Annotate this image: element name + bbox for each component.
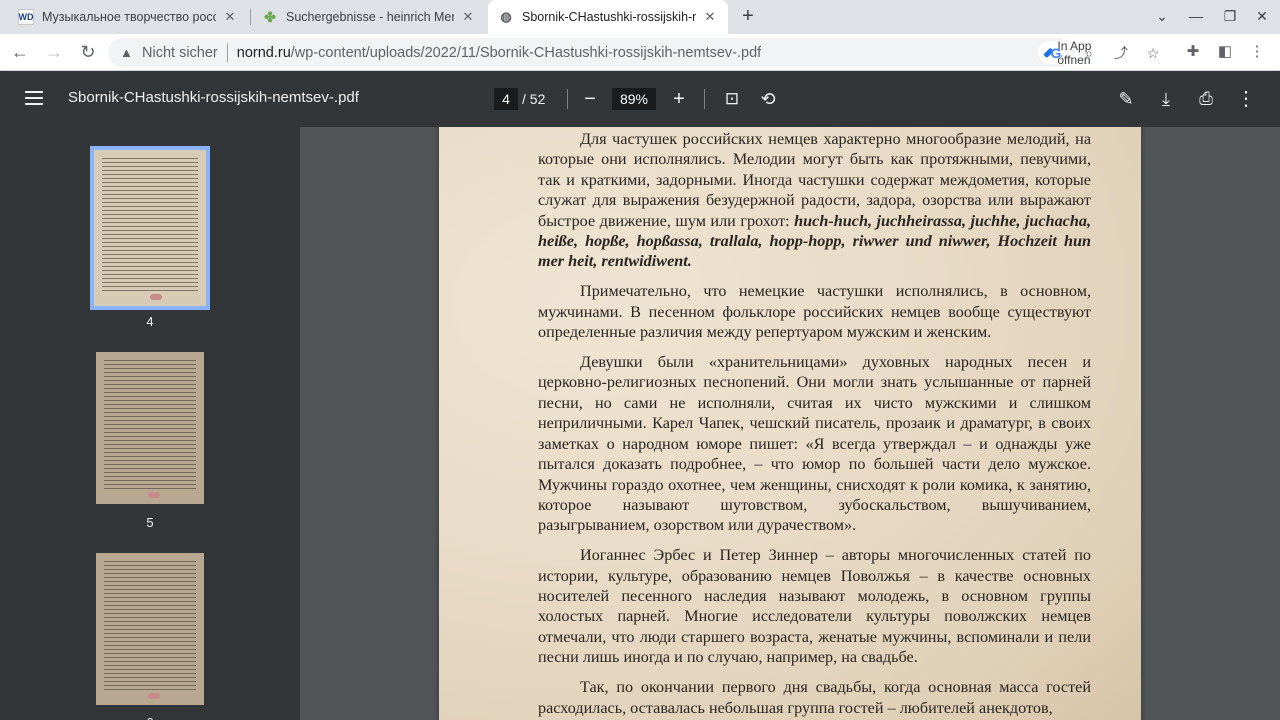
url-path: /wp-content/uploads/2022/11/Sbornik-CHas…: [290, 44, 762, 61]
url-text[interactable]: nornd.ru/wp-content/uploads/2022/11/Sbor…: [237, 45, 761, 61]
chrome-menu-icon[interactable]: ⋮: [1246, 41, 1268, 63]
globe-icon: ◍: [500, 9, 512, 24]
thumbnail-label: 5: [146, 515, 154, 530]
tab-search-results[interactable]: ✤ Suchergebnisse - heinrich Mertz ✕: [252, 0, 486, 34]
zoom-level-input[interactable]: 89%: [612, 88, 656, 110]
close-icon[interactable]: ✕: [222, 9, 238, 25]
extensions-icon[interactable]: ✚: [1182, 41, 1204, 63]
paragraph: Девушки были «хранительницами» духовных …: [538, 353, 1091, 535]
pdf-filename: Sbornik-CHastushki-rossijskih-nemtsev-.p…: [68, 89, 359, 106]
thumbnail-text-lines: [102, 158, 198, 292]
tab-separator: [250, 9, 251, 25]
share-icon[interactable]: ⤴: [1110, 42, 1132, 64]
close-icon[interactable]: ✕: [702, 9, 718, 25]
bookmark-star-icon[interactable]: ☆: [1142, 42, 1164, 64]
pdf-page: Для частушек российских немцев характерн…: [439, 127, 1141, 720]
page-thumbnail-5[interactable]: [96, 352, 204, 504]
reload-icon[interactable]: ↻: [76, 40, 100, 64]
browser-toolbar: ← → ↻ ▲ Nicht sicher nornd.ru/wp-content…: [0, 34, 1280, 71]
zoom-out-icon[interactable]: −: [578, 87, 602, 111]
close-icon[interactable]: ✕: [460, 9, 476, 25]
toolbar-divider: [704, 89, 705, 109]
site-favicon-icon: WD: [18, 9, 34, 25]
window-close-icon[interactable]: ✕: [1252, 8, 1272, 25]
address-bar[interactable]: ▲ Nicht sicher nornd.ru/wp-content/uploa…: [108, 38, 1159, 67]
restore-icon[interactable]: ❐: [1220, 8, 1240, 25]
page-total: / 52: [522, 91, 546, 107]
flower-ornament-icon: [148, 492, 160, 498]
tab-strip: WD Музыкальное творчество росс ✕ ✤ Suche…: [0, 0, 1280, 34]
annotate-pen-icon[interactable]: ✎: [1114, 87, 1138, 111]
thumbnail-text-lines: [104, 561, 196, 691]
security-label[interactable]: Nicht sicher: [142, 45, 218, 61]
tab-title: Музыкальное творчество росс: [42, 10, 216, 24]
pdf-toolbar: Sbornik-CHastushki-rossijskih-nemtsev-.p…: [0, 71, 1280, 127]
thumbnail-sidebar: 4 5 6: [0, 127, 300, 720]
paragraph: Примечательно, что немецкие частушки исп…: [538, 282, 1091, 342]
minimize-icon[interactable]: —: [1186, 8, 1206, 24]
fit-page-icon[interactable]: ⊡: [720, 87, 744, 111]
flower-ornament-icon: [148, 693, 160, 699]
download-icon[interactable]: ⤓: [1154, 87, 1178, 111]
zoom-icon[interactable]: ⌕: [1078, 42, 1100, 64]
print-icon[interactable]: ⎙: [1194, 87, 1218, 111]
back-icon[interactable]: ←: [8, 40, 32, 64]
paragraph: Иоганнес Эрбес и Петер Зиннер – авторы м…: [538, 546, 1091, 667]
tab-title: Sbornik-CHastushki-rossijskih-ne: [522, 10, 696, 24]
thumbnail-text-lines: [104, 360, 196, 490]
paragraph: Так, по окончании первого дня свадьбы, к…: [538, 678, 1091, 717]
more-options-icon[interactable]: ⋮: [1234, 87, 1258, 111]
thumbnail-label: 4: [146, 314, 154, 329]
thumbnail-label: 6: [96, 715, 204, 720]
page-number-input[interactable]: 4: [494, 88, 518, 110]
omnibox-divider: [226, 43, 228, 62]
tab-pdf[interactable]: ◍ Sbornik-CHastushki-rossijskih-ne ✕: [488, 0, 728, 34]
flower-ornament-icon: [150, 294, 162, 300]
paragraph: Для частушек российских немцев характерн…: [538, 129, 1091, 272]
new-tab-button[interactable]: +: [736, 5, 760, 29]
google-lens-icon[interactable]: G: [1045, 42, 1067, 64]
leaf-icon: ✤: [264, 8, 276, 25]
zoom-in-icon[interactable]: +: [667, 87, 691, 111]
tab-music[interactable]: WD Музыкальное творчество росс ✕: [8, 0, 248, 34]
page-thumbnail-6[interactable]: [96, 553, 204, 705]
url-host: nornd.ru: [236, 44, 291, 61]
document-viewer[interactable]: Для частушек российских немцев характерн…: [300, 127, 1280, 720]
side-panel-icon[interactable]: ◧: [1214, 41, 1236, 63]
tab-title: Suchergebnisse - heinrich Mertz: [286, 10, 454, 24]
warning-icon[interactable]: ▲: [120, 45, 136, 60]
page-text: Для частушек российских немцев характерн…: [538, 129, 1091, 720]
rotate-icon[interactable]: ⟲: [756, 87, 780, 111]
toolbar-divider: [567, 89, 568, 109]
forward-icon[interactable]: →: [42, 40, 66, 64]
tab-search-icon[interactable]: ⌄: [1152, 8, 1172, 25]
page-thumbnail-4[interactable]: [90, 146, 210, 310]
menu-icon[interactable]: [22, 87, 46, 111]
